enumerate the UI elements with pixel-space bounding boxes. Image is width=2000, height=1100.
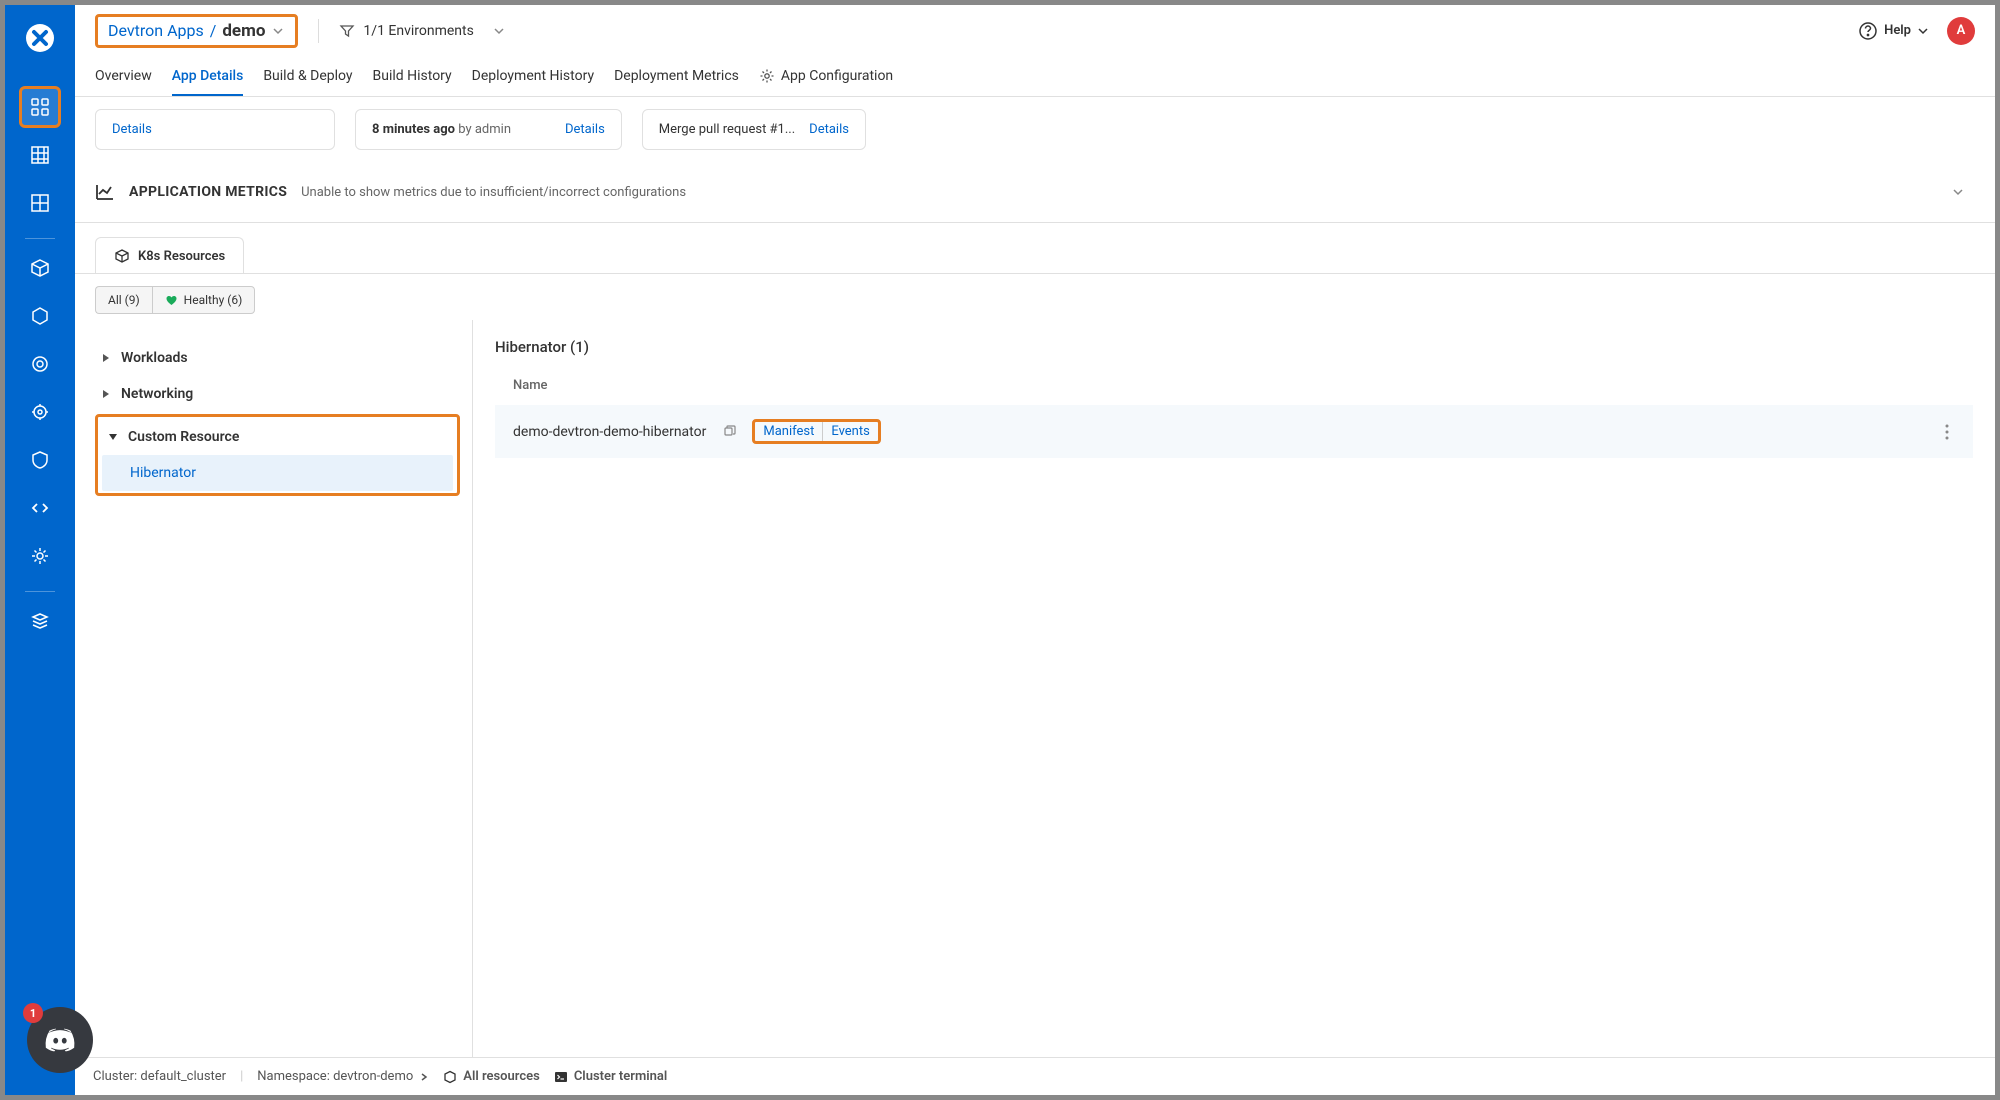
metrics-bar: APPLICATION METRICS Unable to show metri… [75,170,1995,223]
breadcrumb[interactable]: Devtron Apps / demo [95,14,298,48]
chevron-down-icon[interactable] [1951,185,1965,199]
cube-icon [443,1070,457,1084]
devtron-logo[interactable] [22,20,58,56]
footer-namespace[interactable]: Namespace: devtron-demo [257,1069,429,1084]
card-1: Details [95,109,335,150]
breadcrumb-current: demo [222,21,265,41]
tab-overview[interactable]: Overview [95,57,152,96]
sidebar [5,5,75,1095]
tree-networking[interactable]: Networking [95,376,460,412]
tab-deployment-metrics[interactable]: Deployment Metrics [614,57,739,96]
chevron-right-icon [101,389,111,399]
breadcrumb-separator: / [210,21,217,40]
terminal-icon [554,1070,568,1084]
sidebar-grid[interactable] [19,134,61,176]
tree-custom-resource-group: Custom Resource Hibernator [95,414,460,496]
chevron-down-icon [1917,25,1929,37]
row-menu[interactable] [1939,424,1955,440]
env-filter-label: 1/1 Environments [363,23,473,39]
chevron-down-icon [108,432,118,442]
tree-custom-resource[interactable]: Custom Resource [102,419,453,455]
sidebar-code[interactable] [19,487,61,529]
chart-icon [95,182,115,202]
resource-content: Hibernator (1) Name demo-devtron-demo-hi… [473,320,1995,1095]
card-3-text: Merge pull request #1... [659,122,795,137]
filter-all[interactable]: All (9) [95,286,152,314]
card-1-details[interactable]: Details [112,122,152,137]
chevron-down-icon[interactable] [271,24,285,38]
breadcrumb-parent[interactable]: Devtron Apps [108,21,204,40]
chevron-down-icon [492,24,506,38]
filters: All (9) Healthy (6) [75,274,1995,320]
sidebar-applications[interactable] [19,86,61,128]
cube-icon [114,248,130,264]
help-label: Help [1884,23,1911,38]
manifest-link[interactable]: Manifest [755,422,822,441]
metrics-title: APPLICATION METRICS [129,184,287,200]
tab-build-deploy[interactable]: Build & Deploy [263,57,352,96]
sidebar-panel[interactable] [19,182,61,224]
discord-button[interactable]: 1 [27,1007,93,1073]
content-title: Hibernator (1) [495,338,1973,356]
sidebar-shield[interactable] [19,439,61,481]
chevron-right-icon [419,1072,429,1082]
cards-row: Details 8 minutes ago by admin Details M… [75,97,1995,170]
metrics-message: Unable to show metrics due to insufficie… [301,185,686,200]
user-avatar[interactable]: A [1947,17,1975,45]
sidebar-settings[interactable] [19,535,61,577]
row-actions: Manifest Events [752,419,880,444]
row-name: demo-devtron-demo-hibernator [513,424,706,440]
env-filter[interactable]: 1/1 Environments [339,23,505,39]
tab-app-configuration[interactable]: App Configuration [759,57,893,96]
tab-app-config-label: App Configuration [781,68,893,84]
discord-badge: 1 [23,1003,43,1023]
tab-deployment-history[interactable]: Deployment History [472,57,594,96]
chevron-right-icon [101,353,111,363]
sidebar-cube2[interactable] [19,295,61,337]
sidebar-gear[interactable] [19,391,61,433]
k8s-resources-label: K8s Resources [138,249,225,264]
header: Devtron Apps / demo 1/1 Environments Hel… [75,5,1995,57]
col-name-header: Name [495,378,1973,405]
events-link[interactable]: Events [822,422,877,441]
tab-build-history[interactable]: Build History [373,57,452,96]
sidebar-target[interactable] [19,343,61,385]
card-2-text: 8 minutes ago by admin [372,122,511,137]
card-3-details[interactable]: Details [809,122,849,137]
gear-icon [759,68,775,84]
tree-workloads[interactable]: Workloads [95,340,460,376]
footer-all-resources[interactable]: All resources [443,1069,540,1084]
tab-app-details[interactable]: App Details [172,57,244,96]
filter-icon [339,23,355,39]
footer: Cluster: default_cluster | Namespace: de… [75,1057,1995,1095]
sidebar-stack[interactable] [19,600,61,642]
k8s-resources-tab[interactable]: K8s Resources [95,237,244,274]
sidebar-cube[interactable] [19,247,61,289]
footer-cluster-terminal[interactable]: Cluster terminal [554,1069,667,1084]
filter-healthy[interactable]: Healthy (6) [152,286,256,314]
copy-icon[interactable] [722,425,736,439]
tree-hibernator[interactable]: Hibernator [102,455,453,491]
resource-row[interactable]: demo-devtron-demo-hibernator Manifest Ev… [495,405,1973,458]
card-3: Merge pull request #1... Details [642,109,866,150]
card-2-details[interactable]: Details [565,122,605,137]
card-2: 8 minutes ago by admin Details [355,109,622,150]
help-button[interactable]: Help [1858,21,1929,41]
resource-tree: Workloads Networking Custom Resource Hib… [75,320,473,1095]
footer-cluster: Cluster: default_cluster [93,1069,226,1084]
tabs: Overview App Details Build & Deploy Buil… [75,57,1995,97]
heart-icon [165,294,178,307]
help-icon [1858,21,1878,41]
